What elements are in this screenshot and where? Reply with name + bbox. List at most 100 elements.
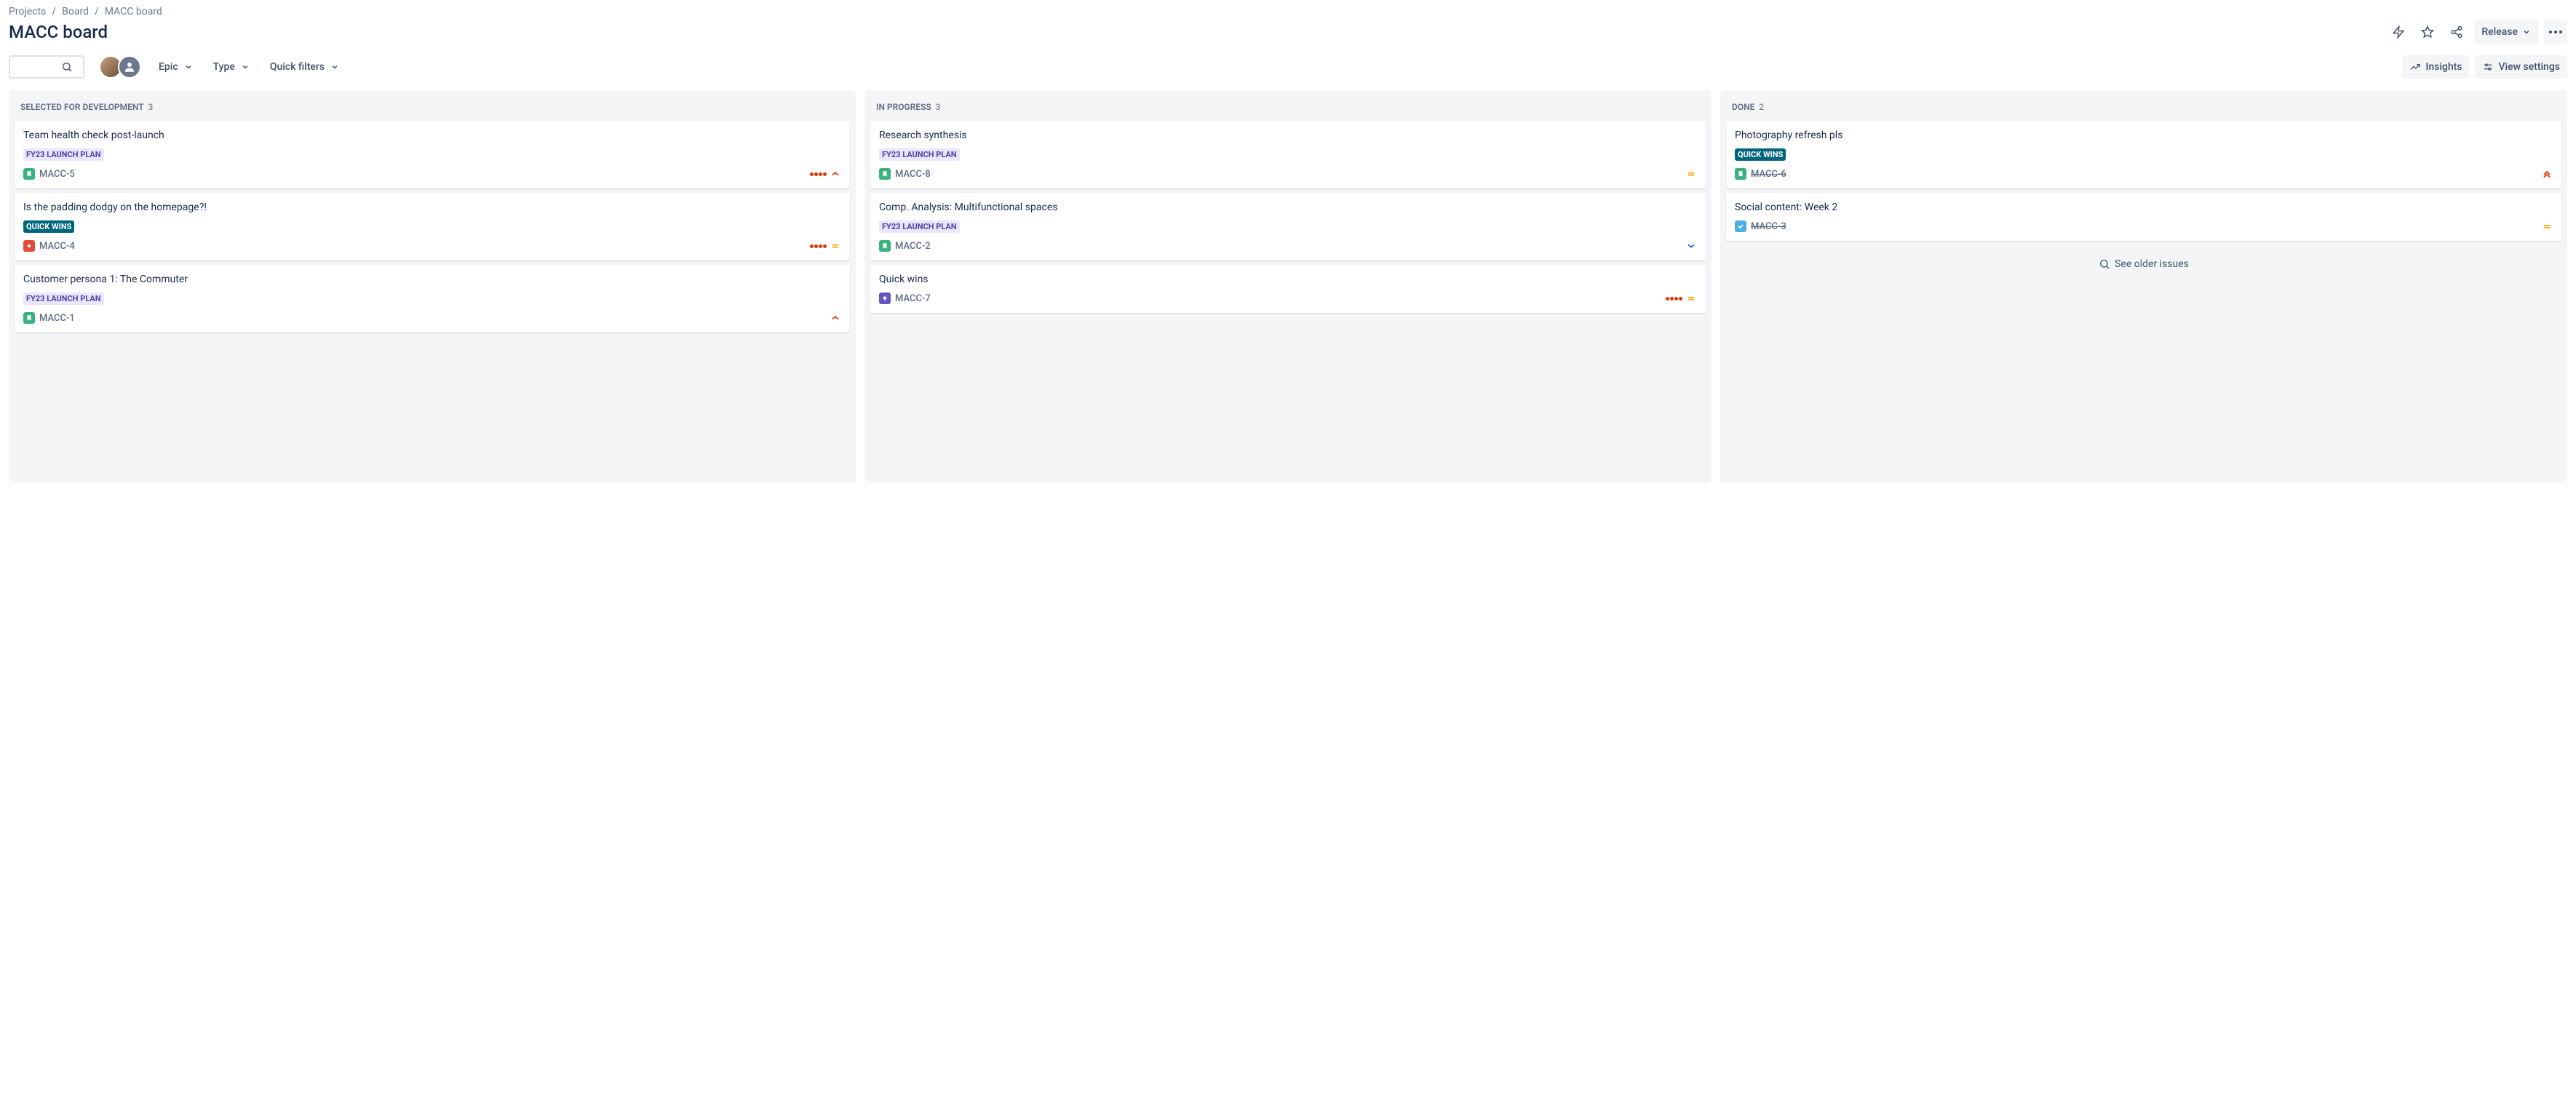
- epic-label: FY23 LAUNCH PLAN: [879, 220, 960, 233]
- priority-medium-icon: [830, 240, 841, 252]
- column-name: Done: [1732, 102, 1754, 112]
- insights-button[interactable]: Insights: [2402, 55, 2469, 79]
- card-footer: MACC-2: [879, 240, 1697, 252]
- see-older-label: See older issues: [2115, 258, 2189, 270]
- issue-key: MACC-3: [1751, 221, 1786, 232]
- priority-medium-icon: [1685, 168, 1697, 180]
- issue-key: MACC-4: [39, 241, 75, 252]
- share-icon[interactable]: [2445, 20, 2468, 44]
- priority-high-icon: [830, 312, 841, 324]
- issue-key: MACC-5: [39, 169, 75, 180]
- card-title: Team health check post-launch: [23, 130, 841, 141]
- issue-key: MACC-1: [39, 313, 75, 324]
- issue-type-story-icon: [879, 240, 891, 252]
- issue-type-task-icon: [1735, 220, 1746, 232]
- more-actions-icon[interactable]: [2544, 20, 2567, 44]
- view-settings-label: View settings: [2498, 61, 2560, 73]
- breadcrumb-item[interactable]: MACC board: [105, 6, 162, 17]
- toolbar-left: Epic Type Quick filters: [9, 55, 342, 79]
- issue-card[interactable]: Is the padding dodgy on the homepage?! Q…: [15, 193, 850, 260]
- header-actions: Release: [2387, 20, 2567, 44]
- search-icon: [61, 61, 73, 73]
- breadcrumb-separator: /: [52, 6, 56, 17]
- card-footer: MACC-7: [879, 292, 1697, 304]
- breadcrumb-item[interactable]: Board: [62, 6, 89, 17]
- card-title: Customer persona 1: The Commuter: [23, 274, 841, 285]
- release-label: Release: [2481, 26, 2518, 38]
- release-button[interactable]: Release: [2474, 20, 2538, 44]
- epic-label: QUICK WINS: [1735, 148, 1786, 161]
- column-header: Done 2: [1726, 97, 2561, 121]
- card-footer: MACC-6: [1735, 168, 2553, 180]
- type-filter[interactable]: Type: [210, 57, 253, 77]
- see-older-issues[interactable]: See older issues: [1726, 245, 2561, 283]
- issue-card[interactable]: Photography refresh pls QUICK WINS MACC-…: [1726, 121, 2561, 188]
- breadcrumb: Projects / Board / MACC board: [9, 6, 2567, 17]
- issue-type-story-icon: [23, 312, 35, 324]
- card-title: Research synthesis: [879, 130, 1697, 141]
- priority-high-icon: [830, 168, 841, 180]
- assignee-avatars: [99, 55, 141, 79]
- priority-highest-icon: [2541, 168, 2553, 180]
- issue-card[interactable]: Team health check post-launch FY23 LAUNC…: [15, 121, 850, 188]
- column-name: In Progress: [876, 102, 931, 112]
- priority-low-icon: [1685, 240, 1697, 252]
- epic-label: FY23 LAUNCH PLAN: [23, 148, 104, 161]
- card-title: Quick wins: [879, 274, 1697, 285]
- priority-medium-icon: [2541, 220, 2553, 232]
- issue-type-story-icon: [1735, 168, 1746, 180]
- issue-type-bug-icon: [23, 240, 35, 252]
- filter-label: Epic: [159, 61, 178, 73]
- column-count: 2: [1759, 102, 1764, 112]
- board: Selected for Development 3 Team health c…: [9, 90, 2567, 483]
- story-points-dots: [1666, 297, 1682, 300]
- issue-card[interactable]: Comp. Analysis: Multifunctional spaces F…: [870, 193, 1706, 260]
- issue-key: MACC-2: [895, 241, 931, 252]
- star-icon[interactable]: [2416, 20, 2439, 44]
- issue-type-epic-icon: [879, 292, 891, 304]
- board-column: In Progress 3 Research synthesis FY23 LA…: [864, 90, 1712, 483]
- card-footer: MACC-1: [23, 312, 841, 324]
- issue-card[interactable]: Research synthesis FY23 LAUNCH PLAN MACC…: [870, 121, 1706, 188]
- issue-type-story-icon: [879, 168, 891, 180]
- card-title: Social content: Week 2: [1735, 202, 2553, 213]
- quick-filters[interactable]: Quick filters: [267, 57, 342, 77]
- issue-key: MACC-8: [895, 169, 931, 180]
- story-points-dots: [810, 172, 827, 176]
- search-input[interactable]: [9, 55, 84, 79]
- breadcrumb-item[interactable]: Projects: [9, 6, 46, 17]
- card-title: Is the padding dodgy on the homepage?!: [23, 202, 841, 213]
- epic-filter[interactable]: Epic: [156, 57, 196, 77]
- card-title: Comp. Analysis: Multifunctional spaces: [879, 202, 1697, 213]
- card-footer: MACC-4: [23, 240, 841, 252]
- page-header: MACC board Release: [9, 20, 2567, 44]
- issue-card[interactable]: Customer persona 1: The Commuter FY23 LA…: [15, 265, 850, 332]
- toolbar-right: Insights View settings: [2402, 55, 2567, 79]
- column-header: In Progress 3: [870, 97, 1706, 121]
- view-settings-button[interactable]: View settings: [2475, 55, 2567, 79]
- epic-label: FY23 LAUNCH PLAN: [23, 292, 104, 305]
- priority-medium-icon: [1685, 292, 1697, 304]
- issue-card[interactable]: Social content: Week 2 MACC-3: [1726, 193, 2561, 241]
- card-footer: MACC-3: [1735, 220, 2553, 232]
- epic-label: QUICK WINS: [23, 220, 74, 233]
- automation-icon[interactable]: [2387, 20, 2410, 44]
- search-field[interactable]: [15, 61, 58, 73]
- page-title: MACC board: [9, 22, 108, 42]
- card-title: Photography refresh pls: [1735, 130, 2553, 141]
- toolbar: Epic Type Quick filters Insights View se…: [9, 55, 2567, 79]
- avatar-unassigned[interactable]: [118, 55, 141, 79]
- filter-label: Quick filters: [270, 61, 325, 73]
- issue-key: MACC-7: [895, 293, 931, 304]
- issue-card[interactable]: Quick wins MACC-7: [870, 265, 1706, 313]
- insights-label: Insights: [2425, 61, 2462, 73]
- column-count: 3: [148, 102, 154, 112]
- breadcrumb-separator: /: [95, 6, 99, 17]
- board-column: Done 2 Photography refresh pls QUICK WIN…: [1720, 90, 2567, 483]
- story-points-dots: [810, 244, 827, 248]
- card-footer: MACC-8: [879, 168, 1697, 180]
- column-name: Selected for Development: [20, 102, 144, 112]
- issue-type-story-icon: [23, 168, 35, 180]
- board-column: Selected for Development 3 Team health c…: [9, 90, 856, 483]
- card-footer: MACC-5: [23, 168, 841, 180]
